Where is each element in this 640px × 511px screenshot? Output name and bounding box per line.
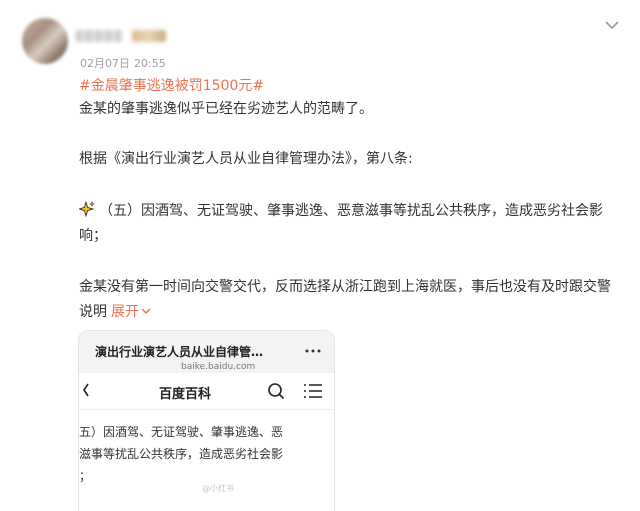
sparkle-icon (79, 201, 95, 217)
menu-icon[interactable] (304, 383, 322, 399)
link-card-url: baike.baidu.com (181, 362, 256, 372)
expand-button[interactable]: 展开 (111, 304, 151, 320)
weibo-post: 02月07日 20:55 #金晨肇事逃逸被罚1500元# 金某的肇事逃逸似乎已经在… (0, 0, 640, 511)
more-dots-icon[interactable] (305, 348, 321, 354)
post-paragraph: 金某没有第一时间向交警交代，反而选择从浙江跑到上海就医，事后也没有及时跟交警 说… (79, 275, 624, 325)
baike-navbar: 百度百科 (79, 373, 334, 410)
post-paragraph-text: 金某没有第一时间向交警交代，反而选择从浙江跑到上海就医，事后也没有及时跟交警 (79, 279, 611, 295)
baike-title: 百度百科 (159, 387, 212, 402)
post-time: 20:55 (134, 57, 166, 70)
post-date: 02月07日 (80, 57, 130, 70)
expand-label: 展开 (111, 304, 139, 320)
post-paragraph: 金某的肇事逃逸似乎已经在劣迹艺人的范畴了。 (79, 101, 373, 117)
post-paragraph: 根据《演出行业演艺人员从业自律管理办法》，第八条: (79, 151, 413, 167)
post-paragraph: （五）因酒驾、无证驾驶、肇事逃逸、恶意滋事等扰乱公共秩序，造成恶劣社会影 响； (79, 199, 624, 249)
chevron-down-icon (141, 308, 151, 315)
post-paragraph-text: （五）因酒驾、无证驾驶、肇事逃逸、恶意滋事等扰乱公共秩序，造成恶劣社会影 (99, 203, 603, 219)
post-paragraph-text: 说明 (79, 304, 107, 320)
post-paragraph-text: 响； (79, 228, 107, 244)
hashtag-link[interactable]: #金晨肇事逃逸被罚1500元# (79, 75, 264, 95)
baike-excerpt-line: 滋事等扰乱公共秩序，造成恶劣社会影 (79, 447, 284, 461)
chevron-down-icon[interactable] (604, 18, 620, 32)
user-badge-blurred (132, 30, 166, 42)
baike-excerpt: 五）因酒驾、无证驾驶、肇事逃逸、恶 滋事等扰乱公共秩序，造成恶劣社会影 ； (79, 421, 324, 487)
search-icon[interactable] (267, 382, 285, 400)
post-timestamp[interactable]: 02月07日 20:55 (80, 55, 170, 71)
username-blurred[interactable] (76, 30, 122, 42)
baike-excerpt-line: 五）因酒驾、无证驾驶、肇事逃逸、恶 (79, 425, 284, 439)
avatar[interactable] (22, 18, 68, 64)
link-card-header: 演出行业演艺人员从业自律管… baike.baidu.com (79, 331, 334, 373)
watermark: @小红书 (202, 484, 234, 493)
link-card-title: 演出行业演艺人员从业自律管… (95, 345, 264, 359)
back-icon[interactable] (83, 383, 89, 397)
